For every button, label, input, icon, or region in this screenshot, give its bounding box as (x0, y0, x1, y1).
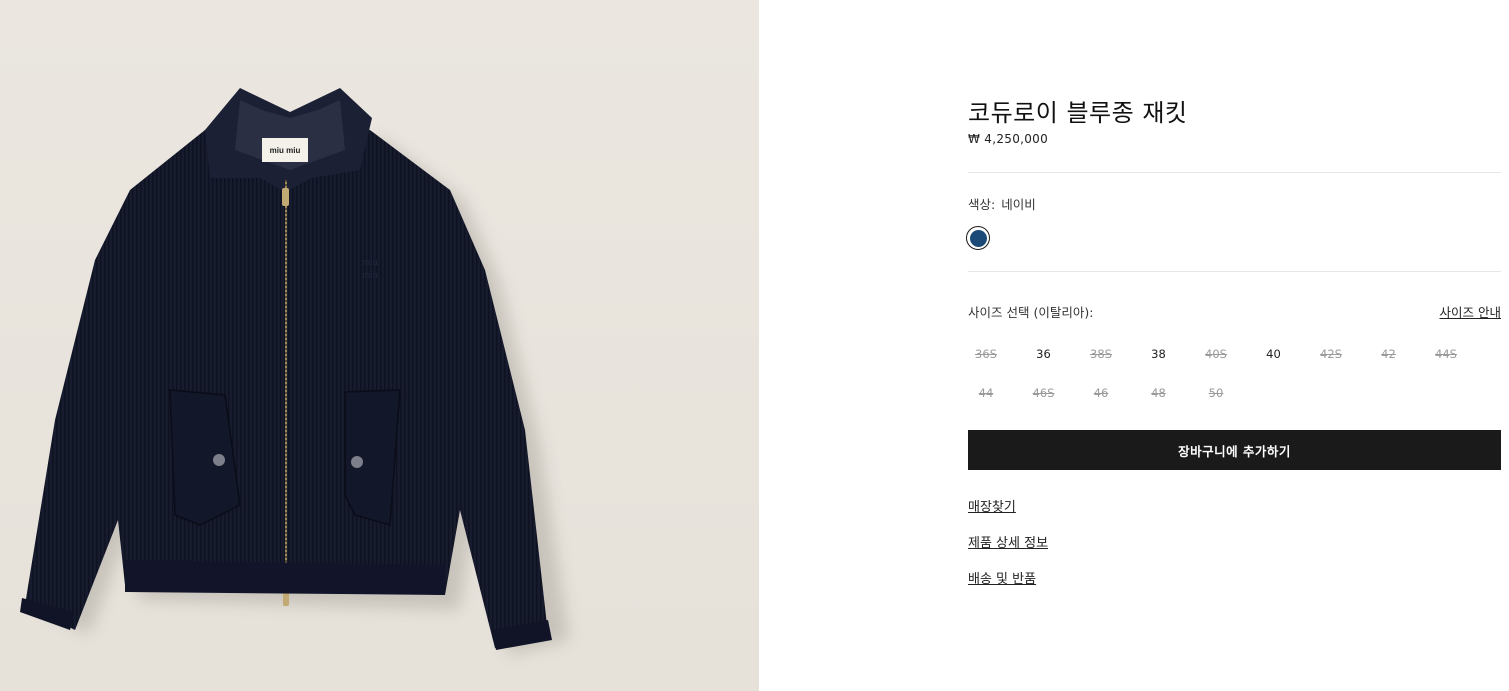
add-to-cart-button[interactable]: 장바구니에 추가하기 (968, 430, 1501, 470)
size-option-40[interactable]: 40 (1256, 340, 1292, 368)
size-option-42s[interactable]: 42S (1313, 340, 1349, 368)
product-title: 코듀로이 블루종 재킷 (968, 99, 1188, 127)
size-option-38[interactable]: 38 (1141, 340, 1177, 368)
color-label: 색상: (968, 197, 996, 212)
size-label: 사이즈 선택 (이탈리아): (968, 305, 1094, 320)
size-option-36[interactable]: 36 (1026, 340, 1062, 368)
size-option-48[interactable]: 48 (1141, 379, 1177, 407)
product-image[interactable]: miu miu miu miu (0, 0, 759, 691)
size-option-36s[interactable]: 36S (968, 340, 1004, 368)
size-option-44s[interactable]: 44S (1428, 340, 1464, 368)
color-row: 색상: 네이비 (968, 194, 1036, 213)
divider (968, 172, 1501, 173)
size-option-44[interactable]: 44 (968, 379, 1004, 407)
svg-text:miu: miu (362, 257, 378, 268)
product-details-link[interactable]: 제품 상세 정보 (968, 532, 1048, 551)
size-option-46[interactable]: 46 (1083, 379, 1119, 407)
color-swatch-navy[interactable] (966, 226, 990, 250)
size-guide-link[interactable]: 사이즈 안내 (1440, 302, 1501, 321)
size-option-40s[interactable]: 40S (1198, 340, 1234, 368)
jacket-illustration: miu miu miu miu (20, 88, 569, 655)
svg-text:miu miu: miu miu (270, 146, 301, 155)
product-price: ₩ 4,250,000 (968, 132, 1049, 146)
size-option-46s[interactable]: 46S (1026, 379, 1062, 407)
product-details: 코듀로이 블루종 재킷 ₩ 4,250,000 색상: 네이비 사이즈 선택 (이… (966, 0, 1501, 691)
size-option-42[interactable]: 42 (1371, 340, 1407, 368)
color-swatch-dot (969, 229, 987, 247)
store-finder-link[interactable]: 매장찾기 (968, 496, 1016, 515)
svg-text:miu: miu (362, 270, 378, 281)
color-value: 네이비 (1001, 197, 1036, 212)
size-option-50[interactable]: 50 (1198, 379, 1234, 407)
size-option-38s[interactable]: 38S (1083, 340, 1119, 368)
shipping-returns-link[interactable]: 배송 및 반품 (968, 568, 1036, 587)
divider (968, 271, 1501, 272)
